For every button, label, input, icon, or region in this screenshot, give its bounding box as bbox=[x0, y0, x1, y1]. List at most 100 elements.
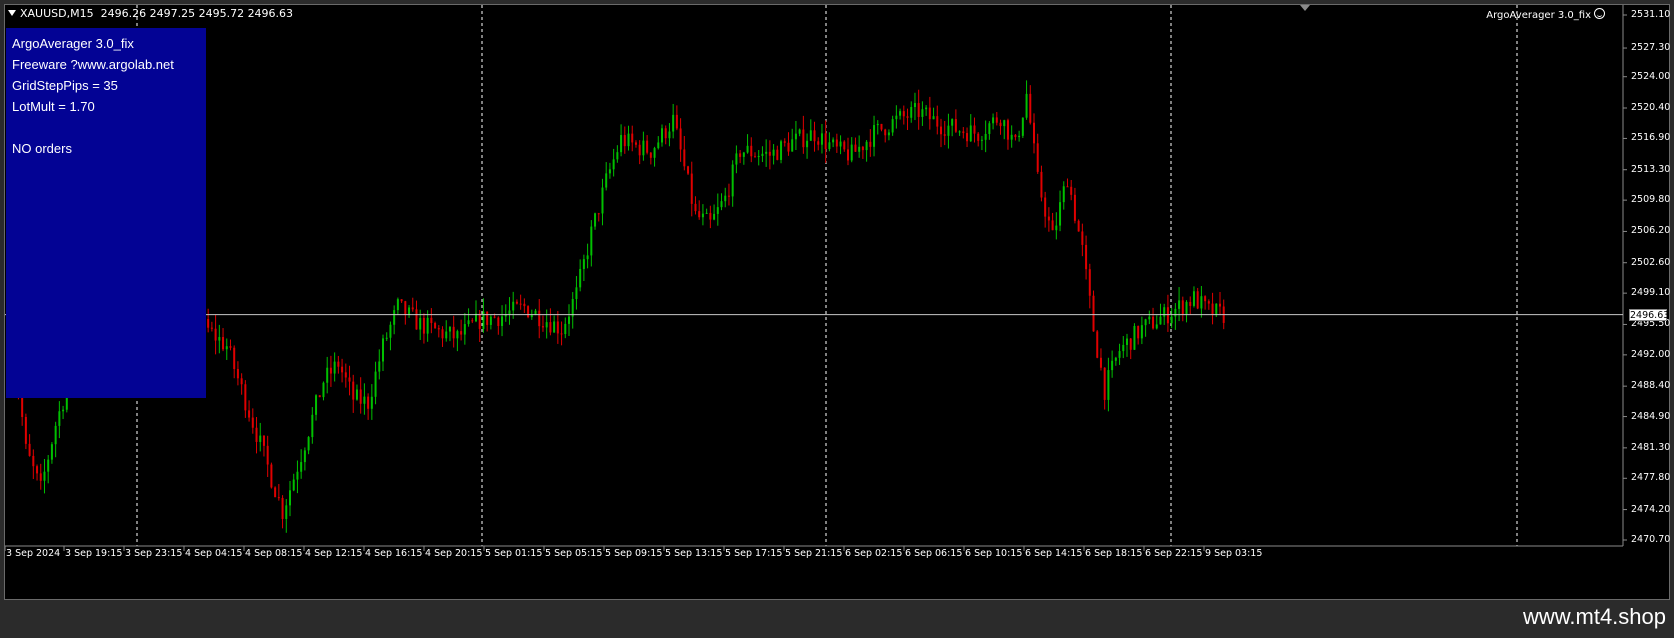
candle-body bbox=[943, 134, 946, 136]
candle-body bbox=[400, 299, 403, 302]
candle-body bbox=[277, 497, 280, 499]
candle-body bbox=[422, 317, 425, 334]
candle-body bbox=[281, 497, 284, 519]
candle-body bbox=[921, 109, 924, 117]
candle-body bbox=[1081, 231, 1084, 245]
candle-body bbox=[1192, 291, 1195, 306]
candle-body bbox=[783, 141, 786, 143]
candle-body bbox=[460, 331, 463, 335]
candle-body bbox=[1207, 301, 1210, 304]
price-axis-label: 2492.00 bbox=[1631, 348, 1671, 360]
candle-body bbox=[382, 338, 384, 362]
candle-body bbox=[1047, 216, 1050, 221]
candle-body bbox=[906, 116, 909, 118]
candle-body bbox=[1181, 300, 1184, 315]
candle-body bbox=[478, 313, 481, 329]
candle-body bbox=[363, 396, 366, 404]
candle-body bbox=[1103, 367, 1106, 400]
candle-body bbox=[214, 328, 217, 341]
candle-body bbox=[951, 119, 954, 126]
time-axis-label: 4 Sep 04:15 bbox=[185, 548, 243, 559]
candle-body bbox=[408, 307, 411, 315]
candle-body bbox=[1025, 93, 1028, 118]
candle-body bbox=[411, 307, 414, 310]
candle-body bbox=[750, 145, 753, 157]
candle-body bbox=[1196, 291, 1199, 309]
candle-body bbox=[467, 320, 470, 325]
price-axis-label: 2470.70 bbox=[1631, 534, 1671, 545]
candle-body bbox=[367, 396, 370, 409]
candle-body bbox=[947, 125, 950, 136]
candle-body bbox=[969, 125, 972, 142]
candle-body bbox=[426, 317, 429, 334]
candle-body bbox=[798, 129, 801, 134]
candle-body bbox=[289, 490, 291, 506]
candle-body bbox=[523, 303, 526, 307]
candle-body bbox=[512, 301, 515, 311]
candle-body bbox=[225, 346, 228, 350]
candlestick-chart[interactable] bbox=[5, 5, 1669, 599]
candle-body bbox=[984, 133, 987, 140]
candle-body bbox=[545, 322, 548, 328]
candle-body bbox=[430, 317, 433, 323]
candle-body bbox=[806, 140, 809, 148]
candle-body bbox=[315, 395, 318, 415]
price-axis-label: 2516.90 bbox=[1631, 132, 1671, 144]
candle-body bbox=[251, 417, 254, 428]
price-axis-label: 2481.30 bbox=[1631, 441, 1671, 453]
candle-body bbox=[463, 324, 466, 335]
candle-body bbox=[854, 144, 857, 152]
chart-shift-marker[interactable] bbox=[1300, 5, 1310, 11]
candle-body bbox=[1099, 357, 1102, 368]
candle-body bbox=[1085, 244, 1088, 270]
candle-body bbox=[355, 389, 358, 400]
info-line-lotmult: LotMult = 1.70 bbox=[12, 99, 95, 114]
candle-body bbox=[244, 384, 247, 411]
candle-body bbox=[553, 321, 556, 333]
time-axis-label: 6 Sep 10:15 bbox=[965, 548, 1023, 559]
chart-header: XAUUSD,M15 2496.26 2497.25 2495.72 2496.… bbox=[8, 7, 293, 21]
candle-body bbox=[1021, 117, 1024, 136]
candle-body bbox=[1200, 296, 1203, 309]
candle-body bbox=[966, 133, 969, 142]
candle-body bbox=[1036, 143, 1039, 172]
info-line-gridstep: GridStepPips = 35 bbox=[12, 78, 118, 93]
candle-body bbox=[1215, 303, 1218, 316]
time-axis-label: 9 Sep 03:15 bbox=[1205, 548, 1263, 559]
candle-body bbox=[233, 347, 236, 370]
candle-body bbox=[434, 322, 437, 329]
candle-body bbox=[1073, 194, 1076, 221]
price-axis-label: 2484.90 bbox=[1631, 410, 1671, 422]
candle-body bbox=[742, 152, 745, 157]
candle-body bbox=[393, 310, 396, 325]
candle-body bbox=[270, 464, 273, 488]
candle-body bbox=[653, 148, 656, 158]
candle-body bbox=[568, 316, 570, 324]
chart-window[interactable]: XAUUSD,M15 2496.26 2497.25 2495.72 2496.… bbox=[4, 4, 1670, 600]
candle-body bbox=[1111, 360, 1114, 371]
candle-body bbox=[746, 145, 749, 153]
candle-body bbox=[508, 310, 511, 315]
candle-body bbox=[1133, 326, 1136, 350]
candle-body bbox=[988, 123, 991, 134]
chart-menu-triangle-icon[interactable] bbox=[8, 10, 16, 16]
candle-body bbox=[493, 316, 496, 318]
price-axis-label: 2509.80 bbox=[1631, 194, 1671, 206]
candle-body bbox=[311, 414, 314, 438]
candle-body bbox=[437, 328, 440, 330]
time-axis-label: 6 Sep 14:15 bbox=[1025, 548, 1083, 559]
candle-body bbox=[448, 326, 451, 332]
candle-body bbox=[341, 366, 344, 373]
candle-body bbox=[925, 107, 928, 110]
candle-body bbox=[698, 211, 701, 218]
candle-body bbox=[441, 329, 444, 339]
candle-body bbox=[515, 301, 518, 304]
candle-body bbox=[980, 139, 983, 141]
expert-advisor-label[interactable]: ArgoAverager 3.0_fix bbox=[1486, 8, 1605, 21]
candle-body bbox=[690, 173, 693, 204]
candle-body bbox=[396, 299, 399, 311]
candle-body bbox=[300, 462, 303, 472]
time-axis-label: 4 Sep 08:15 bbox=[245, 548, 303, 559]
candle-body bbox=[471, 320, 474, 322]
time-axis-label: 5 Sep 17:15 bbox=[725, 548, 783, 559]
